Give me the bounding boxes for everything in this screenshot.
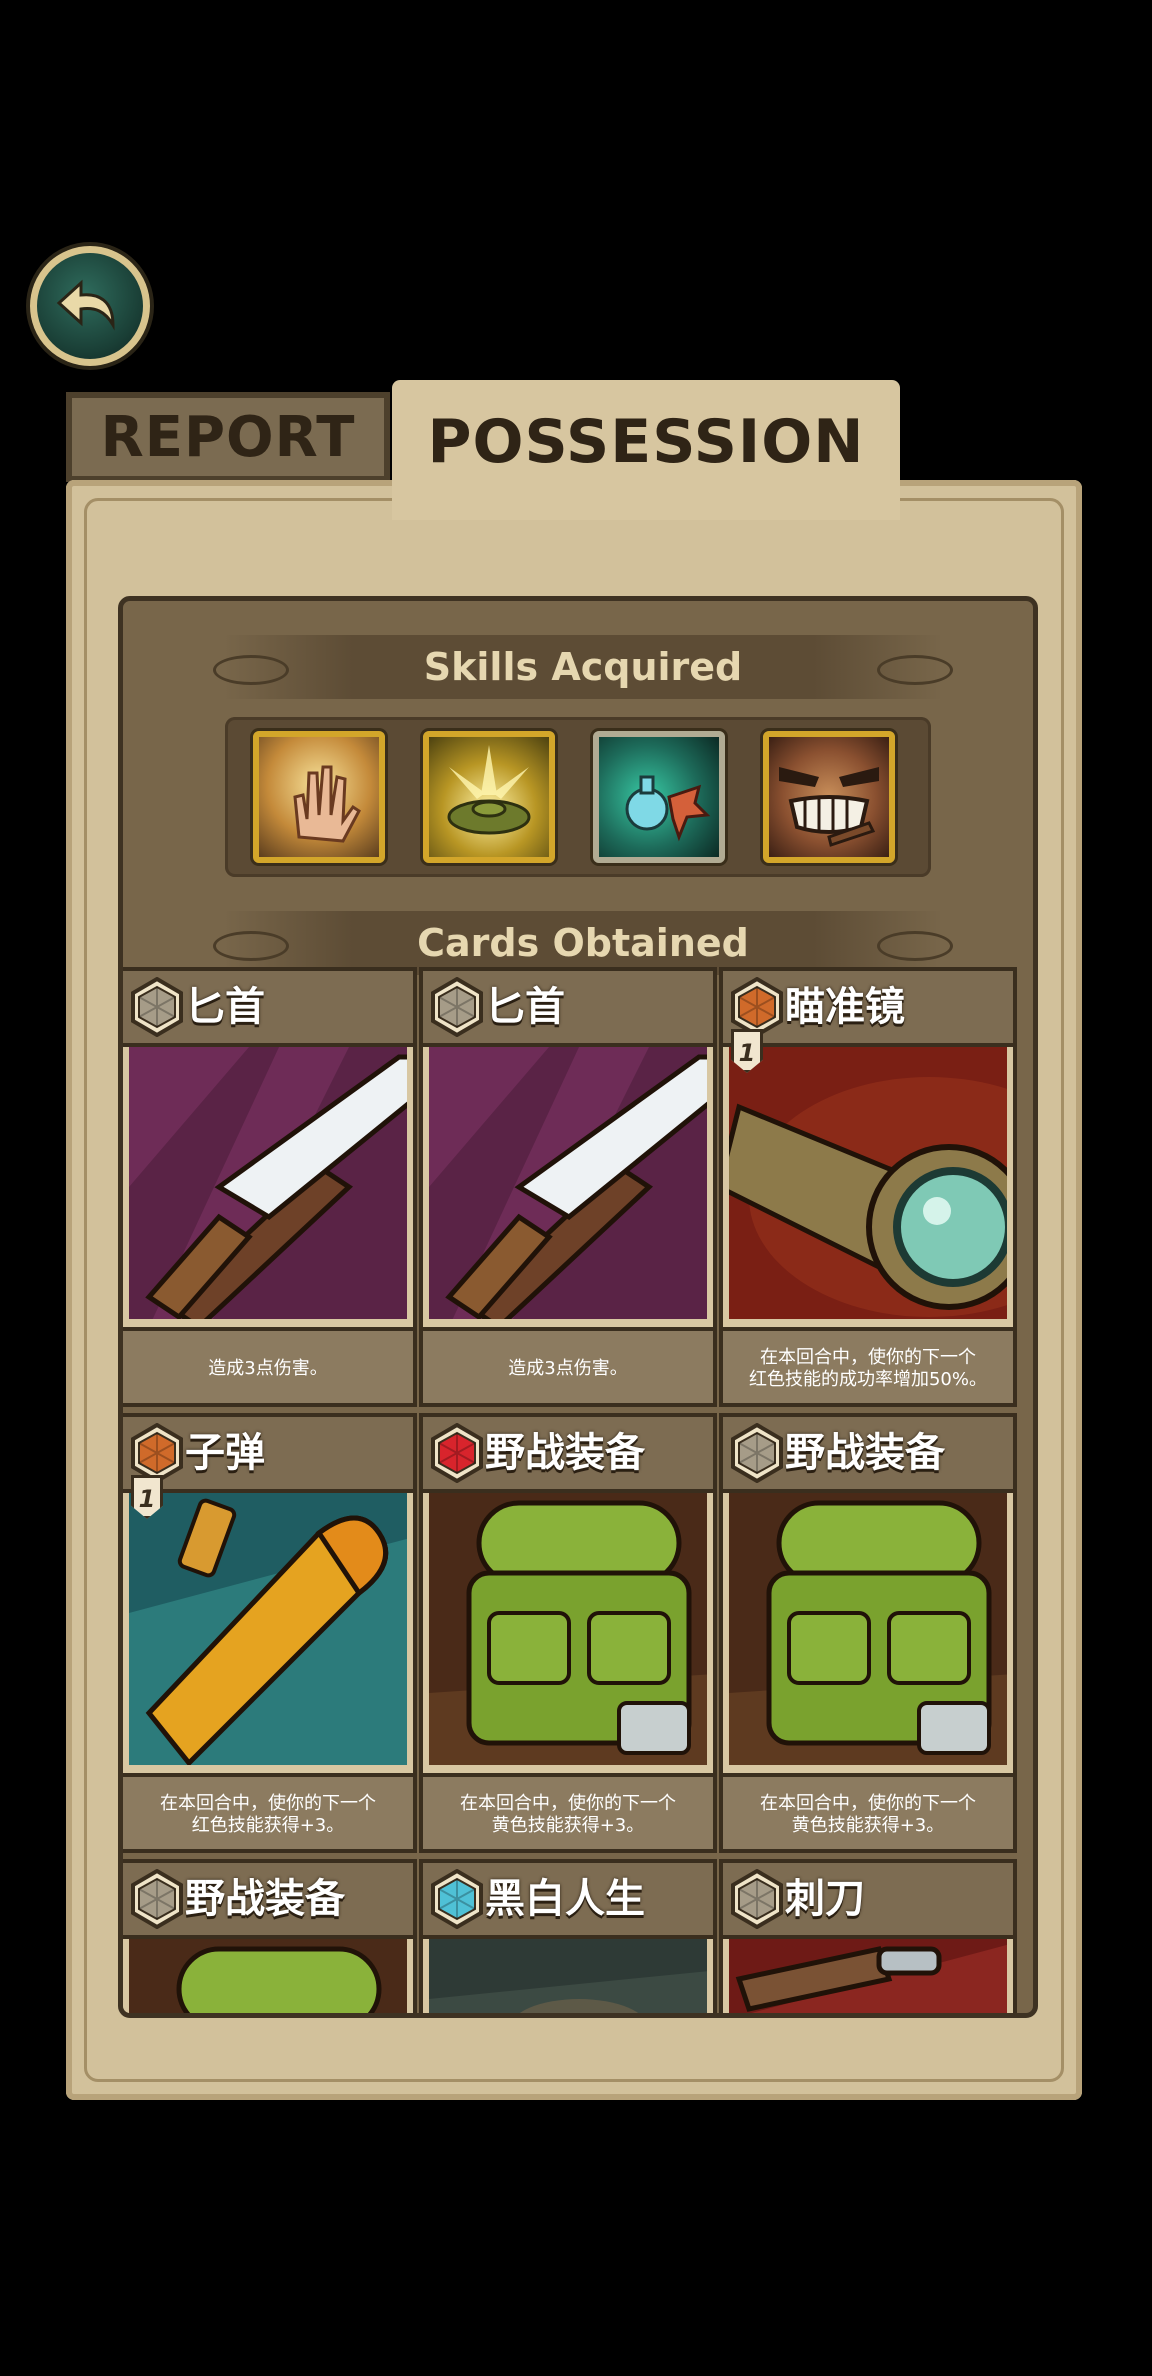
orange-gem-icon [731, 977, 783, 1037]
grinning-face-icon [779, 767, 879, 847]
card-name: 匕首 [185, 984, 265, 1030]
grey-gem-icon [131, 1869, 183, 1929]
right-ornament-icon [877, 655, 953, 685]
dagger-illustration-icon [429, 1047, 707, 1319]
grey-gem-icon [731, 1423, 783, 1483]
bullet-illustration-icon [129, 1493, 407, 1765]
skills-acquired-title: Skills Acquired [213, 635, 953, 699]
card-header: 野战装备 [123, 1863, 413, 1939]
card-name: 瞄准镜 [785, 984, 905, 1030]
tab-possession[interactable]: POSSESSION [392, 380, 900, 520]
card-art [729, 1493, 1007, 1765]
card-name: 黑白人生 [485, 1876, 645, 1922]
card-art [129, 1939, 407, 2013]
item-card[interactable]: 瞄准镜 在本回合中，使你的下一个 红色技能的成功率增加50%。 1 [719, 967, 1017, 1407]
card-art [429, 1493, 707, 1765]
left-ornament-icon [213, 931, 289, 961]
card-art [129, 1047, 407, 1319]
backpack-illustration-icon [429, 1493, 707, 1765]
possession-panel: Skills Acquired Cards Obtained 匕首 造成3点伤害… [118, 596, 1038, 2018]
glowing-hand-icon [293, 765, 361, 843]
card-art [129, 1493, 407, 1765]
card-art [429, 1939, 707, 2013]
backpack-illustration-icon [129, 1939, 407, 2013]
item-card[interactable]: 匕首 造成3点伤害。 [123, 967, 417, 1407]
card-header: 野战装备 [723, 1417, 1013, 1493]
card-art [729, 1047, 1007, 1319]
orange-gem-icon [131, 1423, 183, 1483]
right-ornament-icon [877, 931, 953, 961]
card-header: 黑白人生 [423, 1863, 713, 1939]
landmine-icon [447, 745, 531, 835]
card-name: 匕首 [485, 984, 565, 1030]
card-header: 瞄准镜 [723, 971, 1013, 1047]
item-card[interactable]: 刺刀 [719, 1859, 1017, 2013]
item-card[interactable]: 野战装备 在本回合中，使你的下一个 黄色技能获得+3。 [719, 1413, 1017, 1853]
grey-gem-icon [131, 977, 183, 1037]
backpack-illustration-icon [729, 1493, 1007, 1765]
item-card[interactable]: 匕首 造成3点伤害。 [419, 967, 717, 1407]
blue-gem-icon [431, 1869, 483, 1929]
item-card[interactable]: 野战装备 在本回合中，使你的下一个 黄色技能获得+3。 [419, 1413, 717, 1853]
skill-slot[interactable] [423, 731, 555, 863]
back-button[interactable] [30, 246, 150, 366]
card-description: 在本回合中，使你的下一个 黄色技能获得+3。 [723, 1773, 1013, 1849]
dagger-illustration-icon [129, 1047, 407, 1319]
card-description: 在本回合中，使你的下一个 红色技能的成功率增加50%。 [723, 1327, 1013, 1403]
dark-illustration-icon [429, 1939, 707, 2013]
card-header: 野战装备 [423, 1417, 713, 1493]
card-description: 在本回合中，使你的下一个 黄色技能获得+3。 [423, 1773, 713, 1849]
card-art [729, 1939, 1007, 2013]
card-header: 匕首 [423, 971, 713, 1047]
card-name: 野战装备 [185, 1876, 345, 1922]
card-header: 匕首 [123, 971, 413, 1047]
tab-report[interactable]: REPORT [66, 392, 390, 482]
skills-bar [225, 717, 931, 877]
red-gem-icon [431, 1423, 483, 1483]
item-card[interactable]: 黑白人生 [419, 1859, 717, 2013]
card-art [429, 1047, 707, 1319]
skill-slot[interactable] [593, 731, 725, 863]
card-name: 子弹 [185, 1430, 265, 1476]
scope-illustration-icon [729, 1047, 1007, 1319]
skill-slot[interactable] [253, 731, 385, 863]
return-arrow-icon [56, 279, 115, 331]
card-header: 子弹 [123, 1417, 413, 1493]
card-name: 野战装备 [785, 1430, 945, 1476]
item-card[interactable]: 野战装备 [123, 1859, 417, 2013]
card-name: 刺刀 [785, 1876, 865, 1922]
grey-gem-icon [431, 977, 483, 1037]
cards-obtained-title: Cards Obtained [213, 911, 953, 975]
poison-flask-icon [625, 775, 711, 842]
skill-slot[interactable] [763, 731, 895, 863]
card-name: 野战装备 [485, 1430, 645, 1476]
card-description: 在本回合中，使你的下一个 红色技能获得+3。 [123, 1773, 413, 1849]
item-card[interactable]: 子弹 在本回合中，使你的下一个 红色技能获得+3。 1 [123, 1413, 417, 1853]
bayonet-illustration-icon [729, 1939, 1007, 2013]
card-description: 造成3点伤害。 [423, 1327, 713, 1403]
card-header: 刺刀 [723, 1863, 1013, 1939]
card-description: 造成3点伤害。 [123, 1327, 413, 1403]
left-ornament-icon [213, 655, 289, 685]
grey-gem-icon [731, 1869, 783, 1929]
